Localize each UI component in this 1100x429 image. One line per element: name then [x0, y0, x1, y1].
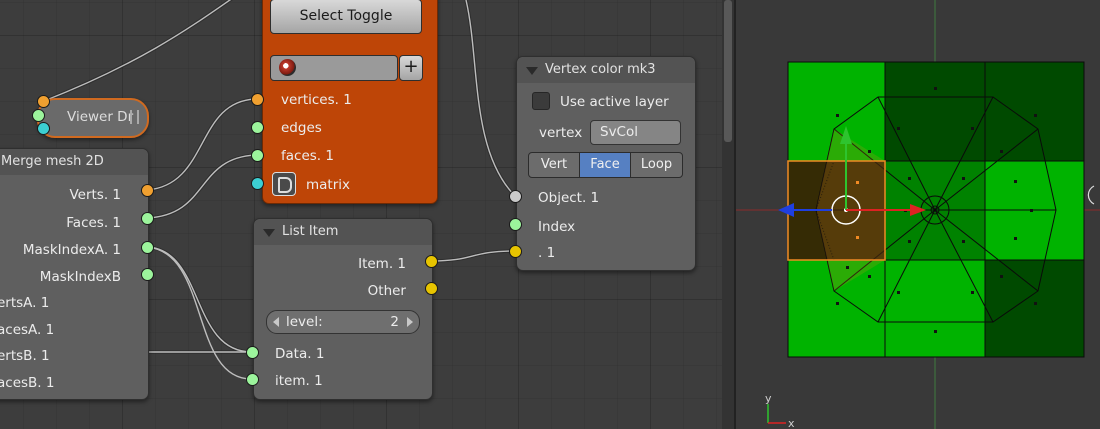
vertex-color-header[interactable]: Vertex color mk3 — [517, 57, 695, 83]
node-editor[interactable]: Viewer Dr Select Toggle + vertices. 1 ed… — [0, 0, 722, 429]
wire-verts — [146, 98, 258, 191]
area-splitter[interactable] — [722, 0, 736, 429]
list-item-node[interactable]: List Item Item. 1 Other level: 2 Data. 1… — [253, 218, 433, 400]
plus-icon: + — [403, 56, 419, 77]
wire-object — [465, 0, 516, 197]
merge-mesh-header[interactable]: Merge mesh 2D — [0, 149, 148, 175]
socket-object-in[interactable] — [509, 190, 522, 203]
viewer-draw-label: Viewer Dr — [67, 109, 134, 125]
wire-faces — [146, 154, 258, 219]
use-active-layer-label: Use active layer — [560, 94, 669, 110]
vertex-layer-field[interactable]: SvCol — [590, 120, 681, 145]
socket-maskindexa-out[interactable] — [141, 241, 154, 254]
input-label-item: item. 1 — [275, 373, 323, 389]
socket-other-out[interactable] — [425, 282, 438, 295]
merge-mesh-title: Merge mesh 2D — [1, 154, 104, 169]
socket-verts-out[interactable] — [141, 184, 154, 197]
socket-maskindexb-out[interactable] — [141, 268, 154, 281]
matrix-icon — [272, 172, 296, 196]
vertex-label: vertex — [539, 125, 583, 141]
wire-mask-item — [146, 246, 253, 380]
viewer-socket-matrix[interactable] — [37, 122, 50, 135]
mode-face-label: Face — [590, 157, 620, 172]
socket-data-in[interactable] — [246, 346, 259, 359]
input-label-color: . 1 — [538, 245, 556, 261]
mode-loop-label: Loop — [640, 157, 673, 172]
axis-gizmo-x-label: x — [788, 417, 795, 429]
mode-loop-button[interactable]: Loop — [631, 153, 682, 177]
decrement-arrow-icon[interactable] — [273, 317, 279, 327]
z-arrow-head-icon — [778, 203, 794, 217]
socket-vertices[interactable] — [251, 93, 264, 106]
viewer-draw-node[interactable]: Viewer Dr — [37, 98, 149, 138]
output-label-other: Other — [367, 283, 406, 299]
vertex-color-title: Vertex color mk3 — [545, 62, 656, 77]
face-2 — [985, 62, 1084, 161]
level-label: level: — [286, 314, 323, 330]
socket-faces[interactable] — [251, 149, 264, 162]
vertex-color-node[interactable]: Vertex color mk3 Use active layer vertex… — [516, 56, 696, 271]
color-wheel-icon — [279, 59, 296, 76]
input-label-facesb: acesB. 1 — [0, 375, 55, 391]
face-1 — [885, 62, 985, 161]
collapse-triangle-icon[interactable] — [263, 229, 275, 237]
increment-arrow-icon[interactable] — [407, 317, 413, 327]
face-7 — [885, 260, 985, 357]
viewport-scene: y x — [736, 0, 1100, 429]
viewer-socket-edges[interactable] — [32, 109, 45, 122]
socket-item-out[interactable] — [425, 255, 438, 268]
use-active-layer-checkbox[interactable] — [532, 92, 550, 110]
socket-edges[interactable] — [251, 121, 264, 134]
mode-segmented-control[interactable]: Vert Face Loop — [528, 152, 683, 178]
input-label-vertsa: ertsA. 1 — [0, 295, 50, 311]
axis-gizmo-y-label: y — [765, 392, 772, 405]
viewer-socket-vertices[interactable] — [37, 95, 50, 108]
wire-maskindex — [146, 246, 253, 353]
output-label-faces: Faces. 1 — [66, 215, 121, 231]
mode-face-button[interactable]: Face — [580, 153, 631, 177]
output-label-item: Item. 1 — [358, 256, 406, 272]
list-item-header[interactable]: List Item — [254, 219, 432, 245]
3d-viewport[interactable]: y x — [736, 0, 1100, 429]
mode-vert-button[interactable]: Vert — [529, 153, 580, 177]
socket-label-edges: edges — [281, 120, 322, 136]
list-item-title: List Item — [282, 224, 339, 239]
color-picker-field[interactable] — [270, 55, 398, 81]
collapse-triangle-icon[interactable] — [526, 67, 538, 75]
axis-gizmo: y x — [765, 392, 795, 429]
merge-mesh-node[interactable]: Merge mesh 2D Verts. 1 Faces. 1 MaskInde… — [0, 148, 149, 400]
output-label-verts: Verts. 1 — [69, 187, 121, 203]
input-label-vertsb: ertsB. 1 — [0, 348, 50, 364]
socket-label-vertices: vertices. 1 — [281, 92, 352, 108]
level-field[interactable]: level: 2 — [266, 310, 420, 334]
socket-color-in[interactable] — [509, 245, 522, 258]
socket-index-in[interactable] — [509, 218, 522, 231]
socket-label-faces: faces. 1 — [281, 148, 334, 164]
select-toggle-label: Select Toggle — [299, 8, 393, 24]
output-label-maskindexb: MaskIndexB — [39, 269, 121, 285]
output-label-maskindexa: MaskIndexA. 1 — [22, 242, 121, 258]
wire-item — [430, 250, 516, 262]
add-button[interactable]: + — [399, 55, 423, 81]
input-label-object: Object. 1 — [538, 190, 600, 206]
node-editor-scrollbar[interactable] — [724, 0, 732, 142]
socket-item-in[interactable] — [246, 373, 259, 386]
socket-label-matrix: matrix — [306, 177, 351, 193]
socket-faces-out[interactable] — [141, 212, 154, 225]
socket-matrix[interactable] — [251, 177, 264, 190]
level-value: 2 — [390, 314, 399, 330]
vertex-layer-value: SvCol — [600, 124, 638, 140]
viewer-collapse-handle[interactable] — [130, 110, 139, 124]
input-label-facesa: acesA. 1 — [0, 322, 55, 338]
mode-vert-label: Vert — [540, 157, 568, 172]
face-8 — [985, 260, 1084, 357]
orange-node[interactable]: Select Toggle + vertices. 1 edges faces.… — [262, 0, 438, 204]
input-label-data: Data. 1 — [275, 346, 325, 362]
offscreen-object-edge — [1087, 185, 1095, 205]
select-toggle-button[interactable]: Select Toggle — [270, 0, 422, 34]
input-label-index: Index — [538, 219, 576, 235]
